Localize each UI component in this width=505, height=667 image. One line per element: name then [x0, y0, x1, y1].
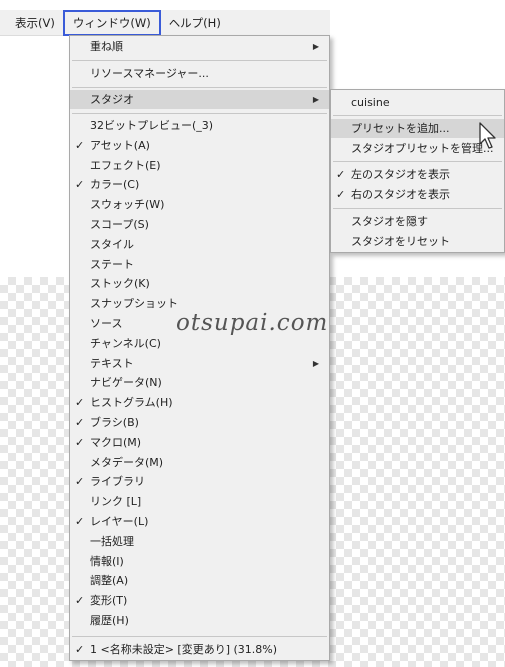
menu-item-studio[interactable]: スタジオ ▶	[70, 90, 329, 109]
menu-item-label: 32ビットプレビュー(_3)	[90, 119, 214, 132]
menu-item-label: 1 <名称未設定> [変更あり] (31.8%)	[90, 643, 278, 656]
menu-item-label: cuisine	[351, 96, 390, 109]
menu-item-panel[interactable]: ストック(K)	[70, 274, 329, 293]
menu-item-label: リソースマネージャー...	[90, 67, 209, 80]
check-icon: ✓	[75, 475, 85, 489]
menu-item-label: 調整(A)	[90, 574, 129, 588]
menu-item-label: 左のスタジオを表示	[351, 168, 450, 181]
menu-window[interactable]: ウィンドウ(W)	[62, 9, 161, 36]
menu-item-label: ヒストグラム(H)	[90, 396, 173, 410]
check-icon: ✓	[336, 168, 346, 181]
menu-item-show-left-studio[interactable]: ✓ 左のスタジオを表示	[331, 165, 504, 184]
menu-item-label: 情報(I)	[90, 554, 124, 568]
menu-item-panel[interactable]: ✓ 変形(T)	[70, 591, 329, 610]
menu-item-label: ブラシ(B)	[90, 416, 139, 429]
menu-item-label: チャンネル(C)	[90, 336, 161, 350]
menu-item-label: マクロ(M)	[90, 435, 142, 449]
check-icon: ✓	[75, 416, 85, 429]
check-icon: ✓	[75, 643, 85, 656]
menu-separator	[72, 113, 327, 114]
menu-item-panel[interactable]: ✓ ヒストグラム(H)	[70, 393, 329, 412]
menu-item-label: カラー(C)	[90, 178, 140, 192]
menu-item-label: スナップショット	[90, 297, 178, 311]
menu-item-label: スウォッチ(W)	[90, 198, 165, 212]
menu-item-panel[interactable]: ✓ マクロ(M)	[70, 433, 329, 452]
menu-item-label: 履歴(H)	[90, 614, 129, 627]
menu-item-label: スタイル	[90, 237, 134, 251]
menu-item-reset-studio[interactable]: スタジオをリセット	[331, 232, 504, 251]
menu-item-label: 変形(T)	[90, 594, 128, 608]
menu-item-label: スタジオを隠す	[351, 215, 428, 228]
menu-separator	[333, 208, 502, 209]
menu-help[interactable]: ヘルプ(H)	[161, 10, 229, 36]
menu-item-resource-manager[interactable]: リソースマネージャー...	[70, 64, 329, 83]
menu-separator	[333, 115, 502, 116]
menu-item-label: プリセットを追加...	[351, 122, 450, 135]
menu-item-document[interactable]: ✓ 1 <名称未設定> [変更あり] (31.8%)	[70, 640, 329, 659]
menu-item-label: スコープ(S)	[90, 218, 149, 231]
menubar: 表示(V) ウィンドウ(W) ヘルプ(H)	[0, 9, 330, 36]
menu-separator	[72, 60, 327, 61]
menu-item-label: スタジオプリセットを管理...	[351, 142, 494, 155]
menu-item-label: スタジオ	[90, 93, 134, 106]
menu-item-panel[interactable]: スタイル	[70, 235, 329, 254]
menu-item-panel[interactable]: メタデータ(M)	[70, 453, 329, 472]
window-menu: 重ね順 ▶ リソースマネージャー... スタジオ ▶ 32ビットプレビュー(_3…	[69, 35, 330, 661]
check-icon: ✓	[336, 188, 346, 201]
submenu-arrow-icon: ▶	[312, 358, 319, 368]
check-icon: ✓	[75, 178, 85, 192]
menu-separator	[333, 161, 502, 162]
menu-item-panel[interactable]: テキスト ▶	[70, 354, 329, 373]
menu-item-label: ステート	[90, 257, 134, 271]
menu-item-label: メタデータ(M)	[90, 455, 164, 469]
menu-item-panel[interactable]: リンク [L]	[70, 492, 329, 511]
mouse-pointer-icon	[479, 122, 496, 149]
menu-item-label: アセット(A)	[90, 138, 150, 152]
submenu-arrow-icon: ▶	[312, 95, 319, 104]
check-icon: ✓	[75, 515, 85, 528]
menu-item-panel[interactable]: 一括処理	[70, 532, 329, 551]
menu-item-label: 一括処理	[90, 534, 134, 548]
menu-item-panel[interactable]: ✓ カラー(C)	[70, 175, 329, 194]
menu-item-panel[interactable]: ナビゲータ(N)	[70, 373, 329, 392]
menu-item-panel[interactable]: スコープ(S)	[70, 215, 329, 234]
menu-separator	[72, 87, 327, 88]
menu-item-label: レイヤー(L)	[90, 515, 149, 528]
menu-item-label: ナビゲータ(N)	[90, 376, 162, 390]
menu-item-panel[interactable]: ステート	[70, 255, 329, 274]
menu-item-label: ストック(K)	[90, 277, 150, 291]
menu-item-label: 右のスタジオを表示	[351, 188, 450, 201]
menu-item-label: エフェクト(E)	[90, 158, 161, 172]
menu-item-panel[interactable]: チャンネル(C)	[70, 334, 329, 353]
menu-item-show-right-studio[interactable]: ✓ 右のスタジオを表示	[331, 185, 504, 204]
menu-item-panel[interactable]: ✓ アセット(A)	[70, 136, 329, 155]
menu-item-panel[interactable]: 32ビットプレビュー(_3)	[70, 116, 329, 135]
menu-item-label: ライブラリ	[90, 475, 145, 489]
check-icon: ✓	[75, 138, 85, 152]
menu-item-label: スタジオをリセット	[351, 235, 450, 248]
menu-item-panel[interactable]: 調整(A)	[70, 571, 329, 590]
menu-view[interactable]: 表示(V)	[7, 10, 63, 36]
check-icon: ✓	[75, 396, 85, 410]
menu-item-panel[interactable]: エフェクト(E)	[70, 156, 329, 175]
watermark: otsupai.com	[176, 310, 329, 336]
menu-item-label: テキスト	[90, 356, 134, 370]
menu-item-panel[interactable]: スウォッチ(W)	[70, 195, 329, 214]
menu-item-panel[interactable]: ✓ ブラシ(B)	[70, 413, 329, 432]
menu-item-panel[interactable]: ✓ ライブラリ	[70, 472, 329, 491]
menu-item-hide-studio[interactable]: スタジオを隠す	[331, 212, 504, 231]
menu-item-preset-cuisine[interactable]: cuisine	[331, 93, 504, 112]
menu-item-panel[interactable]: 履歴(H)	[70, 611, 329, 630]
menu-item-label: 重ね順	[90, 40, 123, 53]
menu-separator	[72, 636, 327, 637]
submenu-arrow-icon: ▶	[312, 42, 319, 51]
menu-item-label: ソース	[90, 317, 123, 330]
menu-item-arrange[interactable]: 重ね順 ▶	[70, 37, 329, 56]
check-icon: ✓	[75, 435, 85, 449]
menu-item-panel[interactable]: 情報(I)	[70, 552, 329, 571]
menu-item-panel[interactable]: ✓ レイヤー(L)	[70, 512, 329, 531]
menu-item-label: リンク [L]	[90, 495, 142, 509]
studio-submenu: cuisine プリセットを追加... スタジオプリセットを管理... ✓ 左の…	[330, 89, 505, 253]
check-icon: ✓	[75, 594, 85, 608]
